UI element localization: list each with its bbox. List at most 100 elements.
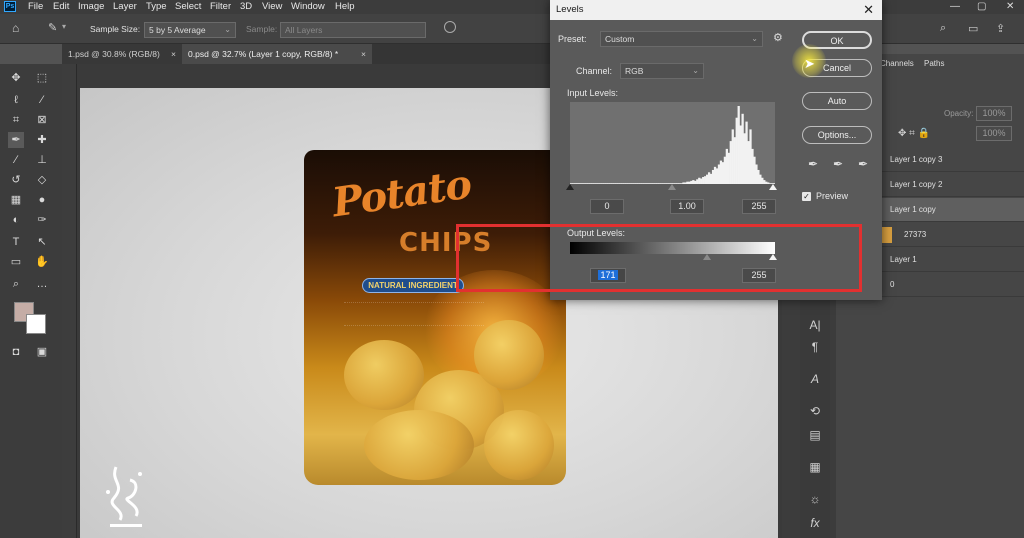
blur-tool-icon[interactable]: ● [34,192,50,208]
menu-type[interactable]: Type [146,0,167,14]
auto-button[interactable]: Auto [802,92,872,110]
hand-tool-icon[interactable]: ✋ [34,254,50,270]
character-icon[interactable]: A| [806,316,824,334]
preview-checkbox[interactable]: ✓ [802,192,811,201]
sample-select[interactable]: All Layers [280,22,426,38]
lock-pixels-icon[interactable]: ✥ ⌗ 🔒 [898,128,930,139]
move-tool-icon[interactable]: ✥ [8,70,24,86]
lightbulb-icon[interactable]: ☼ [806,490,824,508]
menu-edit[interactable]: Edit [53,0,69,14]
eyedropper-icon[interactable]: ✎ [48,21,57,34]
pen-tool-icon[interactable]: ✑ [34,212,50,228]
home-icon[interactable]: ⌂ [12,21,19,35]
search-icon[interactable]: ⌕ [940,22,946,35]
menu-window[interactable]: Window [291,0,325,14]
gradient-tool-icon[interactable]: ▦ [8,192,24,208]
chevron-down-icon[interactable]: ▾ [62,22,66,31]
histogram-bar [747,141,750,184]
lasso-tool-icon[interactable]: ℓ [8,92,24,108]
close-icon[interactable]: × [361,44,366,64]
channel-label: Channel: [576,66,613,76]
eyedropper-tool-icon[interactable]: ✒ [8,132,24,148]
gray-eyedropper-icon[interactable]: ✒ [833,157,843,171]
glyphs-icon[interactable]: A [806,370,824,388]
histogram-bar [727,152,730,184]
close-icon[interactable]: ✕ [863,0,874,20]
menu-filter[interactable]: Filter [210,0,231,14]
menu-3d[interactable]: 3D [240,0,252,14]
black-eyedropper-icon[interactable]: ✒ [808,157,818,171]
background-color-swatch[interactable] [26,314,46,334]
input-gamma-field[interactable]: 1.00 [670,199,704,214]
histogram-bar [680,183,683,184]
menu-view[interactable]: View [262,0,282,14]
options-button[interactable]: Options... [802,126,872,144]
share-icon[interactable]: ⇪ [996,22,1005,35]
opacity-input[interactable]: 100% [976,106,1012,121]
healing-brush-icon[interactable]: ✚ [34,132,50,148]
history-brush-icon[interactable]: ↺ [8,172,24,188]
input-black-field[interactable]: 0 [590,199,624,214]
history-icon[interactable]: ⟲ [806,402,824,420]
histogram-bar [692,180,695,184]
tab-channels[interactable]: Channels [880,59,914,68]
histogram-bar [601,183,604,184]
swatches-icon[interactable]: ▤ [806,426,824,444]
input-white-slider[interactable] [769,184,777,190]
input-white-field[interactable]: 255 [742,199,776,214]
paragraph-icon[interactable]: ¶ [806,338,824,356]
screen-mode-icon[interactable]: ▣ [34,344,50,360]
menu-image[interactable]: Image [78,0,104,14]
histogram-bar [611,183,614,184]
stamp-tool-icon[interactable]: ⊥ [34,152,50,168]
tab-paths[interactable]: Paths [924,59,944,68]
marquee-tool-icon[interactable]: ⬚ [34,70,50,86]
histogram-bar [729,141,732,184]
quick-select-icon[interactable]: ⁄ [34,92,50,108]
maximize-button[interactable]: ▢ [977,0,986,14]
dialog-titlebar[interactable]: Levels ✕ [550,0,882,20]
menu-select[interactable]: Select [175,0,201,14]
sample-size-select[interactable]: 5 by 5 Average ⌄ [144,22,236,38]
gear-icon[interactable]: ⚙ [773,31,783,44]
histogram-bar [700,178,703,184]
close-window-button[interactable]: ✕ [1006,0,1014,14]
zoom-tool-icon[interactable]: ⌕ [8,276,24,292]
histogram-bar [648,183,652,184]
type-tool-icon[interactable]: T [8,234,24,250]
fx-icon[interactable]: fx [806,514,824,532]
grid-icon[interactable]: ▦ [806,458,824,476]
histogram-bar [652,183,656,184]
input-gamma-slider[interactable] [668,184,676,190]
eraser-tool-icon[interactable]: ◇ [34,172,50,188]
frame-tool-icon[interactable]: ⊠ [34,112,50,128]
minimize-button[interactable]: — [950,0,960,14]
chip-bag-image: Potato CHIPS NATURAL INGREDIENT [304,150,566,485]
fill-input[interactable]: 100% [976,126,1012,141]
menu-file[interactable]: File [28,0,43,14]
close-icon[interactable]: × [171,44,176,64]
histogram-bar [739,125,742,184]
sample-ring-icon[interactable] [444,21,456,33]
tab-1psd[interactable]: 1.psd @ 30.8% (RGB/8) × [62,44,182,64]
channel-select[interactable]: RGB ⌄ [620,63,704,79]
menu-layer[interactable]: Layer [113,0,137,14]
histogram-bar [719,160,723,184]
histogram-bar [625,183,628,184]
brush-tool-icon[interactable]: ∕ [8,152,24,168]
tab-0psd[interactable]: 0.psd @ 32.7% (Layer 1 copy, RGB/8) * × [182,44,372,64]
input-black-slider[interactable] [566,184,574,190]
histogram-bar [761,177,764,184]
path-select-icon[interactable]: ↖ [34,234,50,250]
workspace-icon[interactable]: ▭ [968,22,978,35]
more-tools-icon[interactable]: … [34,276,50,292]
crop-tool-icon[interactable]: ⌗ [8,112,24,128]
histogram-bar [713,166,717,184]
dodge-tool-icon[interactable]: ◐ [8,212,24,228]
rectangle-tool-icon[interactable]: ▭ [8,254,24,270]
quick-mask-icon[interactable]: ◘ [8,344,24,360]
menu-help[interactable]: Help [335,0,355,14]
white-eyedropper-icon[interactable]: ✒ [858,157,868,171]
histogram-bar [621,183,624,184]
preset-select[interactable]: Custom ⌄ [600,31,763,47]
